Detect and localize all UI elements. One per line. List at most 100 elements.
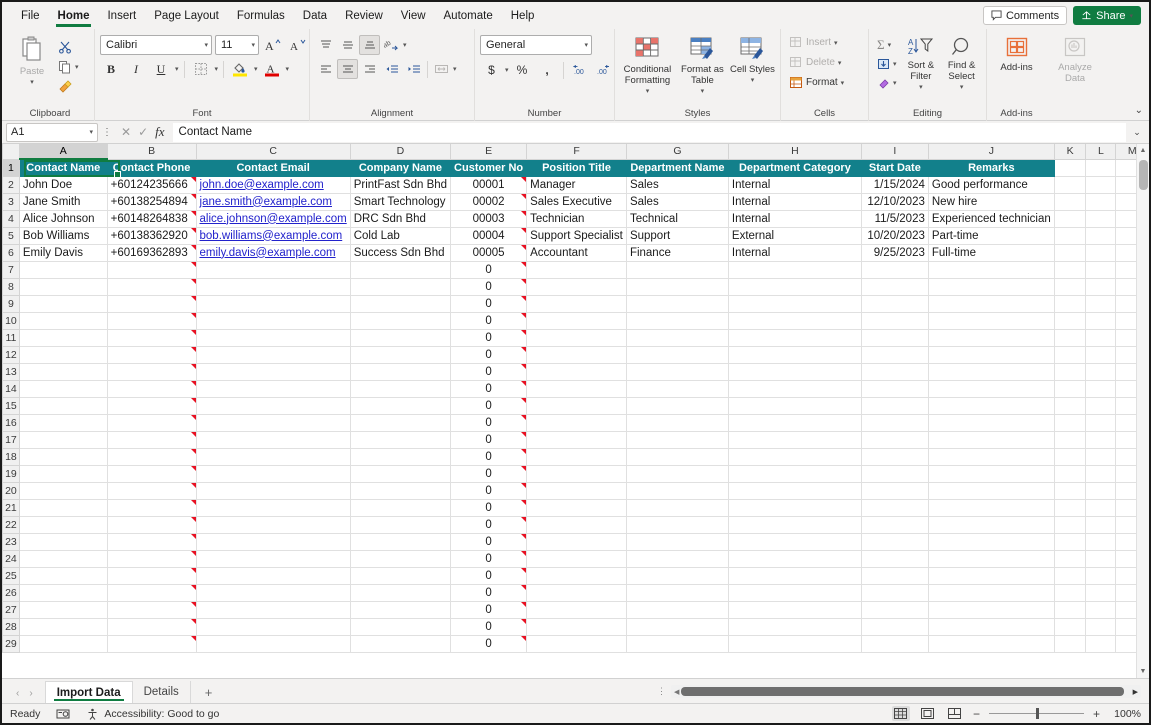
cell-d28[interactable] [350, 618, 452, 636]
cell-l17[interactable] [1085, 431, 1117, 449]
cell-h2[interactable]: Internal [728, 176, 862, 194]
cell-c24[interactable] [196, 550, 351, 568]
cell-a24[interactable] [19, 550, 108, 568]
cell-a21[interactable] [19, 499, 108, 517]
cell-a29[interactable] [19, 635, 108, 653]
cell-j22[interactable] [928, 516, 1055, 534]
cell-b11[interactable] [107, 329, 197, 347]
cell-h9[interactable] [728, 295, 862, 313]
cell-h27[interactable] [728, 601, 862, 619]
cell-i29[interactable] [861, 635, 929, 653]
cell-e17[interactable]: 0 [450, 431, 528, 449]
cell-d2[interactable]: PrintFast Sdn Bhd [350, 176, 452, 194]
row-header-9[interactable]: 9 [2, 294, 20, 313]
cell-i28[interactable] [861, 618, 929, 636]
cell-f18[interactable] [526, 448, 627, 466]
cell-g26[interactable] [626, 584, 729, 602]
row-header-15[interactable]: 15 [2, 396, 20, 415]
cell-f9[interactable] [526, 295, 627, 313]
cell-i22[interactable] [861, 516, 929, 534]
comment-indicator-triangle[interactable] [521, 516, 526, 522]
email-hyperlink[interactable]: emily.davis@example.com [200, 247, 336, 259]
cell-l27[interactable] [1085, 601, 1117, 619]
cell-k18[interactable] [1054, 448, 1087, 466]
bold-button[interactable]: B [100, 59, 122, 79]
record-macro-button[interactable] [56, 708, 70, 720]
cell-h24[interactable] [728, 550, 862, 568]
cell-c26[interactable] [196, 584, 351, 602]
cell-f26[interactable] [526, 584, 627, 602]
decrease-indent-button[interactable] [381, 59, 402, 79]
cell-c16[interactable] [196, 414, 351, 432]
cell-h14[interactable] [728, 380, 862, 398]
cell-d23[interactable] [350, 533, 452, 551]
cell-e13[interactable]: 0 [450, 363, 528, 381]
cell-c6[interactable]: emily.davis@example.com [196, 244, 351, 262]
cell-c14[interactable] [196, 380, 351, 398]
cell-c10[interactable] [196, 312, 351, 330]
cell-i18[interactable] [861, 448, 929, 466]
cell-d14[interactable] [350, 380, 452, 398]
cell-b14[interactable] [107, 380, 197, 398]
cell-f14[interactable] [526, 380, 627, 398]
cell-c3[interactable]: jane.smith@example.com [196, 193, 351, 211]
comment-indicator-triangle[interactable] [190, 601, 196, 607]
chevron-down-icon[interactable]: ▾ [505, 66, 509, 74]
comment-indicator-triangle[interactable] [521, 533, 526, 539]
cell-e5[interactable]: 00004 [450, 227, 528, 245]
cell-i17[interactable] [861, 431, 929, 449]
cell-l21[interactable] [1085, 499, 1117, 517]
cell-e23[interactable]: 0 [450, 533, 528, 551]
cell-d4[interactable]: DRC Sdn Bhd [350, 210, 452, 228]
cell-h28[interactable] [728, 618, 862, 636]
cell-i2[interactable]: 1/15/2024 [861, 176, 929, 194]
cell-f6[interactable]: Accountant [526, 244, 627, 262]
cell-g15[interactable] [626, 397, 729, 415]
comment-indicator-triangle[interactable] [521, 193, 526, 199]
align-middle-button[interactable] [337, 35, 358, 55]
cell-c17[interactable] [196, 431, 351, 449]
cell-j15[interactable] [928, 397, 1055, 415]
cell-i19[interactable] [861, 465, 929, 483]
chevron-down-icon[interactable]: ▾ [403, 41, 407, 49]
cell-l15[interactable] [1085, 397, 1117, 415]
row-header-24[interactable]: 24 [2, 549, 20, 568]
cell-d12[interactable] [350, 346, 452, 364]
row-header-12[interactable]: 12 [2, 345, 20, 364]
cell-j5[interactable]: Part-time [928, 227, 1055, 245]
cell-l24[interactable] [1085, 550, 1117, 568]
comma-style-button[interactable]: , [536, 60, 559, 80]
cell-l7[interactable] [1085, 261, 1117, 279]
cell-j25[interactable] [928, 567, 1055, 585]
header-cell-h1[interactable]: Department Category [728, 159, 862, 177]
cell-k12[interactable] [1054, 346, 1087, 364]
cell-k6[interactable] [1054, 244, 1087, 262]
decrease-font-size-button[interactable]: A [287, 35, 309, 55]
cell-h18[interactable] [728, 448, 862, 466]
cell-l20[interactable] [1085, 482, 1117, 500]
cell-h17[interactable] [728, 431, 862, 449]
cell-h5[interactable]: External [728, 227, 862, 245]
cell-h15[interactable] [728, 397, 862, 415]
comment-indicator-triangle[interactable] [190, 635, 196, 641]
row-header-26[interactable]: 26 [2, 583, 20, 602]
comment-indicator-triangle[interactable] [190, 584, 196, 590]
cell-l11[interactable] [1085, 329, 1117, 347]
sheet-tab-import-data[interactable]: Import Data [44, 681, 133, 703]
borders-button[interactable] [190, 59, 212, 79]
comment-indicator-triangle[interactable] [190, 176, 196, 182]
cell-j6[interactable]: Full-time [928, 244, 1055, 262]
cell-j21[interactable] [928, 499, 1055, 517]
cell-a23[interactable] [19, 533, 108, 551]
comment-indicator-triangle[interactable] [521, 227, 526, 233]
cell-i20[interactable] [861, 482, 929, 500]
cell-a11[interactable] [19, 329, 108, 347]
cell-h23[interactable] [728, 533, 862, 551]
cell-b12[interactable] [107, 346, 197, 364]
cell-l13[interactable] [1085, 363, 1117, 381]
comment-indicator-triangle[interactable] [521, 278, 526, 284]
cell-a2[interactable]: John Doe [19, 176, 108, 194]
cell-i15[interactable] [861, 397, 929, 415]
cell-e21[interactable]: 0 [450, 499, 528, 517]
cell-b18[interactable] [107, 448, 197, 466]
